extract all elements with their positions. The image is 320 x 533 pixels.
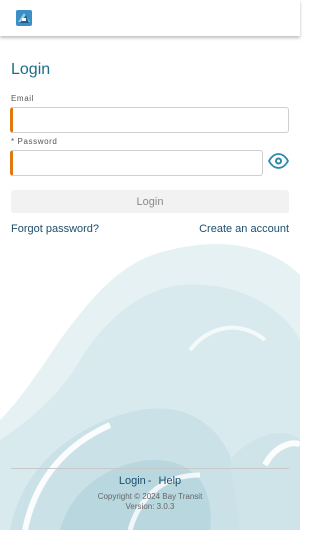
footer-separator: - <box>147 475 152 487</box>
footer-login-link[interactable]: Login <box>119 475 146 487</box>
footer-divider <box>11 468 289 469</box>
eye-icon[interactable] <box>268 153 289 169</box>
bay-transit-logo-icon[interactable] <box>15 9 33 27</box>
password-field[interactable] <box>10 150 263 176</box>
forgot-password-link[interactable]: Forgot password? <box>11 223 99 235</box>
login-form: Login Email * Password Login Forgot pass… <box>0 0 300 533</box>
email-label: Email <box>11 94 35 103</box>
email-field[interactable] <box>10 107 289 133</box>
create-account-link[interactable]: Create an account <box>199 223 289 235</box>
page-title: Login <box>11 61 51 78</box>
copyright-text: Copyright © 2024 Bay Transit <box>97 492 203 501</box>
login-button[interactable]: Login <box>11 190 289 213</box>
version-text: Version: 3.0.3 <box>125 502 175 511</box>
app-header <box>0 0 300 36</box>
footer-links: Login - Help <box>0 475 300 487</box>
password-label: * Password <box>11 137 58 146</box>
footer-help-link[interactable]: Help <box>159 475 182 487</box>
